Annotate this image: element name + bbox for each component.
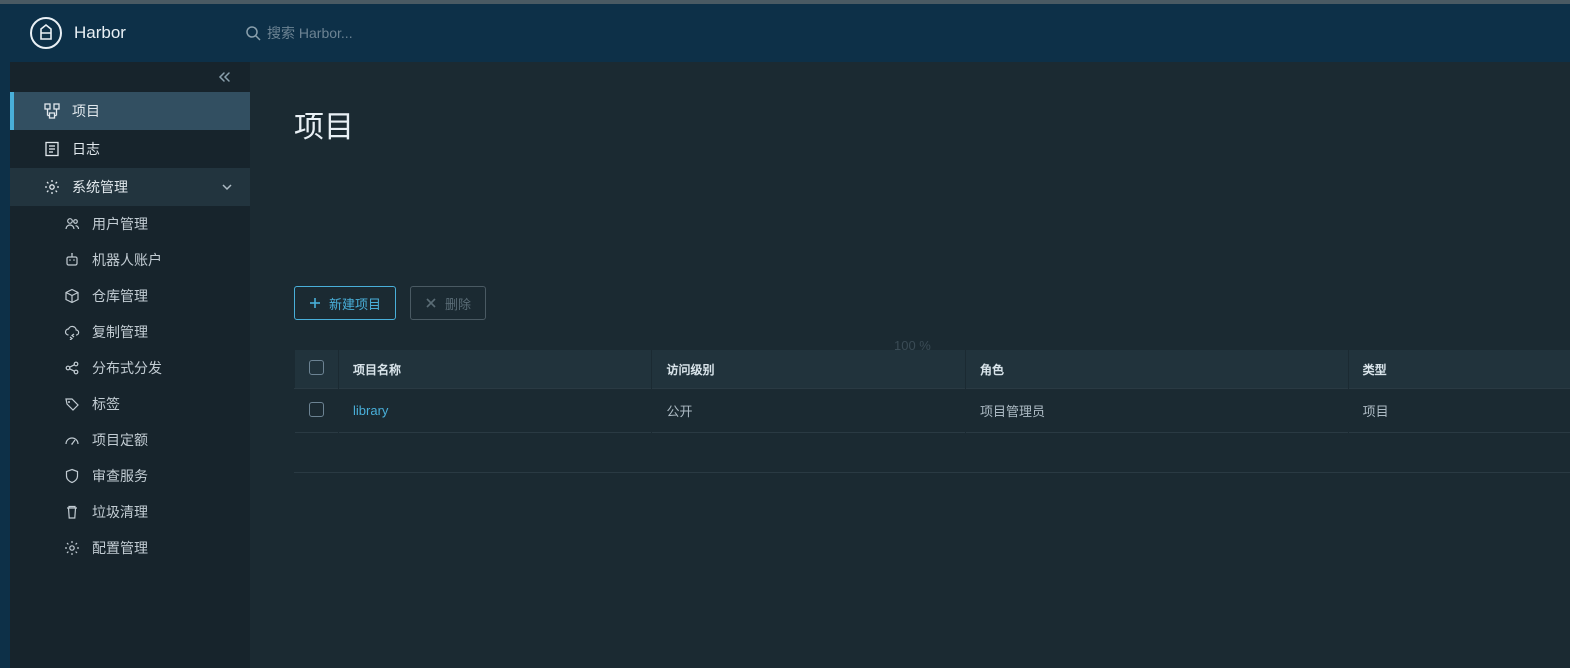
search-icon <box>245 25 267 41</box>
sidebar-sub-labels[interactable]: 标签 <box>10 386 250 422</box>
sidebar-sub-label: 复制管理 <box>92 322 148 342</box>
layout: 项目 日志 系统管理 用户管理 机器人账户 <box>0 62 1570 668</box>
new-project-button[interactable]: 新建项目 <box>294 286 396 320</box>
sidebar-sub-registries[interactable]: 仓库管理 <box>10 278 250 314</box>
table-wrap: 100 % 项目名称 访问级别 角色 类型 library 公开 <box>294 350 1570 473</box>
header: Harbor <box>0 4 1570 62</box>
sidebar-sub-label: 配置管理 <box>92 538 148 558</box>
sidebar: 项目 日志 系统管理 用户管理 机器人账户 <box>10 62 250 668</box>
action-bar: 新建项目 删除 <box>294 286 1570 320</box>
sidebar-sub-label: 项目定额 <box>92 430 148 450</box>
sidebar-sub-label: 分布式分发 <box>92 358 162 378</box>
search-input[interactable] <box>267 25 667 41</box>
cell-type: 项目 <box>1348 389 1570 433</box>
sidebar-sub-replication[interactable]: 复制管理 <box>10 314 250 350</box>
cloud-sync-icon <box>64 324 80 340</box>
robot-icon <box>64 252 80 268</box>
sidebar-sub-users[interactable]: 用户管理 <box>10 206 250 242</box>
tag-icon <box>64 396 80 412</box>
cube-icon <box>64 288 80 304</box>
gauge-icon <box>64 432 80 448</box>
button-label: 新建项目 <box>329 294 381 313</box>
logs-icon <box>44 141 60 157</box>
collapse-icon[interactable] <box>218 70 232 84</box>
col-access[interactable]: 访问级别 <box>652 350 965 389</box>
table-header-row: 项目名称 访问级别 角色 类型 <box>295 350 1570 389</box>
sidebar-sub-robots[interactable]: 机器人账户 <box>10 242 250 278</box>
projects-icon <box>44 103 60 119</box>
sidebar-sub-label: 审查服务 <box>92 466 148 486</box>
table-row[interactable]: library 公开 项目管理员 项目 <box>295 389 1570 433</box>
col-name[interactable]: 项目名称 <box>339 350 652 389</box>
close-icon <box>425 297 437 309</box>
sidebar-sub-label: 仓库管理 <box>92 286 148 306</box>
col-role[interactable]: 角色 <box>965 350 1348 389</box>
row-checkbox[interactable] <box>309 402 324 417</box>
sidebar-item-label: 项目 <box>72 101 100 121</box>
cell-access: 公开 <box>652 389 965 433</box>
sidebar-sub-config[interactable]: 配置管理 <box>10 530 250 566</box>
sidebar-sub-distribution[interactable]: 分布式分发 <box>10 350 250 386</box>
sidebar-sub-interrogation[interactable]: 审查服务 <box>10 458 250 494</box>
harbor-logo-icon <box>30 17 62 49</box>
gear-icon <box>44 179 60 195</box>
sidebar-sub-label: 用户管理 <box>92 214 148 234</box>
sidebar-section-label: 系统管理 <box>72 177 128 197</box>
sidebar-item-projects[interactable]: 项目 <box>10 92 250 130</box>
share-icon <box>64 360 80 376</box>
select-all-checkbox[interactable] <box>309 360 324 375</box>
project-link[interactable]: library <box>353 403 388 418</box>
users-icon <box>64 216 80 232</box>
search-wrap <box>225 25 1570 41</box>
delete-button: 删除 <box>410 286 486 320</box>
chevron-down-icon <box>220 180 234 194</box>
sidebar-sub-gc[interactable]: 垃圾清理 <box>10 494 250 530</box>
plus-icon <box>309 297 321 309</box>
left-gutter <box>0 62 10 668</box>
sidebar-item-logs[interactable]: 日志 <box>10 130 250 168</box>
settings-icon <box>64 540 80 556</box>
sidebar-sub-quotas[interactable]: 项目定额 <box>10 422 250 458</box>
brand-name: Harbor <box>74 23 126 43</box>
zoom-overlay: 100 % <box>894 338 931 353</box>
sidebar-section-admin[interactable]: 系统管理 <box>10 168 250 206</box>
sidebar-sub-label: 垃圾清理 <box>92 502 148 522</box>
projects-table: 项目名称 访问级别 角色 类型 library 公开 项目管理员 项目 <box>294 350 1570 473</box>
brand: Harbor <box>30 17 225 49</box>
col-type[interactable]: 类型 <box>1348 350 1570 389</box>
table-spacer <box>295 433 1570 473</box>
sidebar-sub-label: 标签 <box>92 394 120 414</box>
nav: 项目 日志 系统管理 用户管理 机器人账户 <box>10 92 250 566</box>
collapse-row <box>10 62 250 92</box>
trash-icon <box>64 504 80 520</box>
page-title: 项目 <box>294 102 1570 146</box>
cell-role: 项目管理员 <box>965 389 1348 433</box>
shield-icon <box>64 468 80 484</box>
sidebar-item-label: 日志 <box>72 139 100 159</box>
button-label: 删除 <box>445 294 471 313</box>
main: 项目 新建项目 删除 100 % 项目名称 访问级别 角色 <box>250 62 1570 668</box>
sidebar-sub-label: 机器人账户 <box>92 250 162 270</box>
